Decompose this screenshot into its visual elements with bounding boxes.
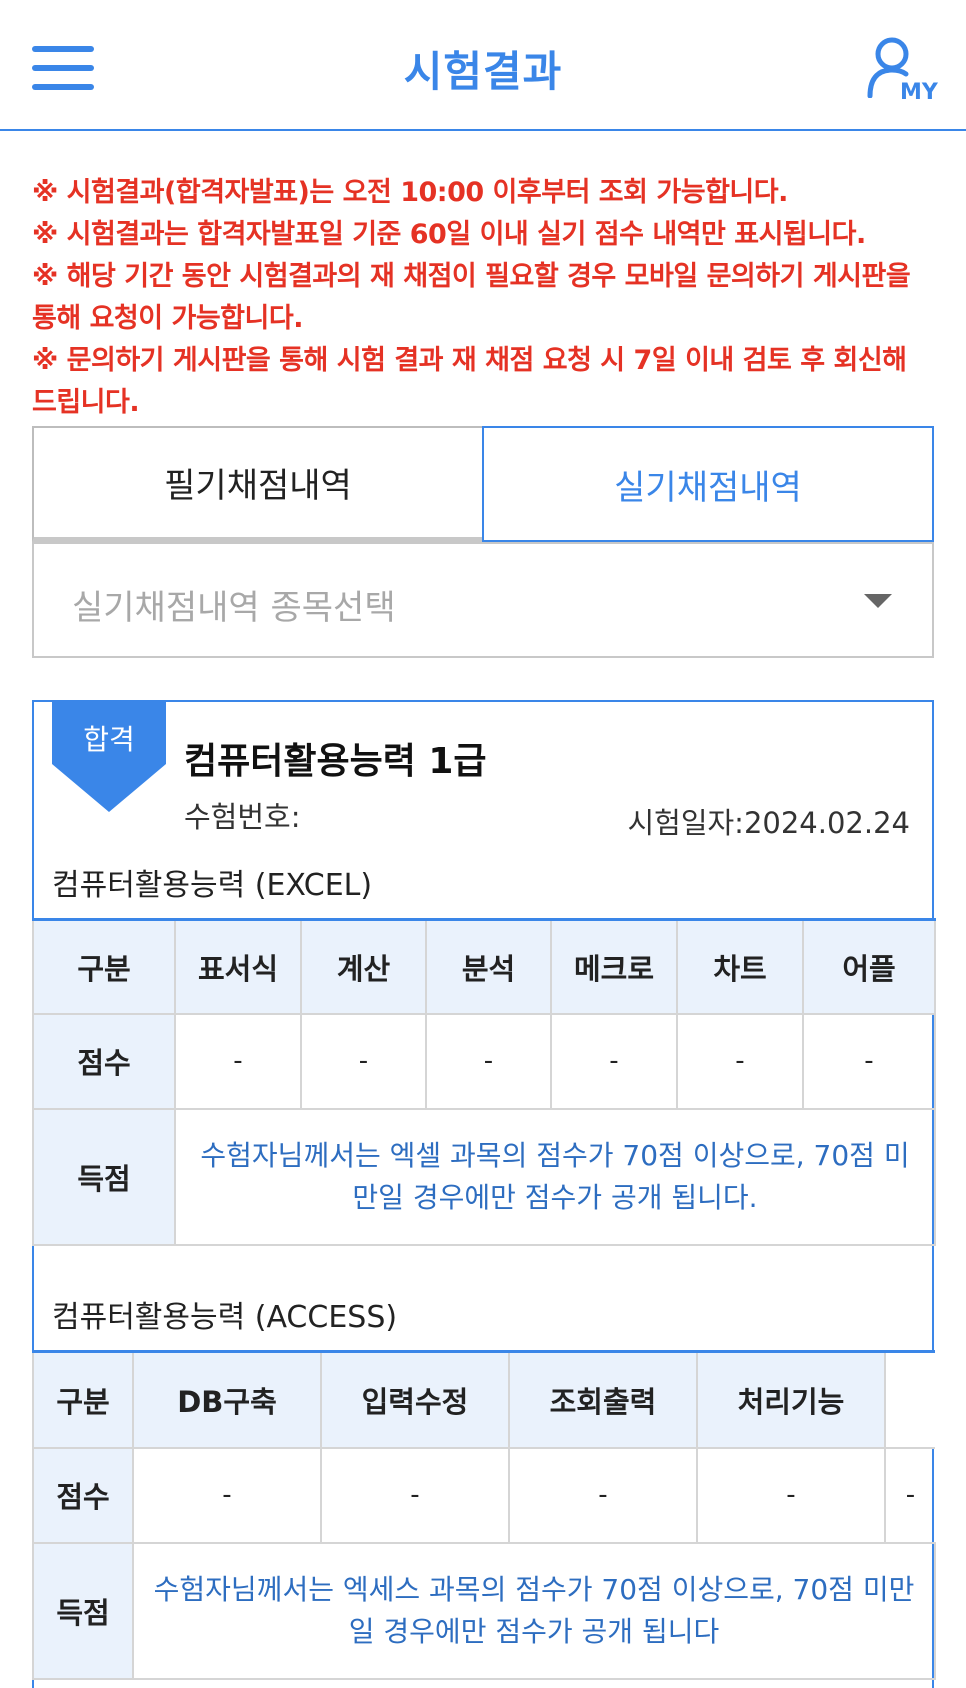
table-header-cell: 구분 <box>32 1350 134 1449</box>
notice-item: ※ 시험결과는 합격자발표일 기준 60일 이내 실기 점수 내역만 표시됩니다… <box>32 219 866 250</box>
score-cell: - <box>132 1446 322 1544</box>
exam-name: 컴퓨터활용능력 1급 <box>184 741 487 782</box>
score-row-label: 점수 <box>32 1446 134 1544</box>
pass-badge: 합격 <box>52 700 166 814</box>
table-header-cell: 구분 <box>32 918 176 1015</box>
access-score-table: 구분 DB구축 입력수정 조회출력 처리기능 점수 - - - - - 득점 수… <box>32 1350 936 1680</box>
pass-badge-label: 합격 <box>83 723 135 756</box>
table-header-cell: DB구축 <box>132 1350 322 1449</box>
table-header-cell: 표서식 <box>174 918 302 1015</box>
my-label: MY <box>900 80 938 105</box>
exam-number-label: 수험번호: <box>184 800 301 834</box>
points-row-label: 득점 <box>32 1107 176 1246</box>
score-cell: - <box>508 1446 698 1544</box>
notice-item: ※ 해당 기간 동안 시험결과의 재 채점이 필요할 경우 모바일 문의하기 게… <box>32 261 911 334</box>
table-header-cell: 어플 <box>802 918 936 1015</box>
my-page-button[interactable]: MY <box>866 36 946 106</box>
table-row: 점수 - - - - - <box>32 1446 935 1544</box>
score-cell: - <box>300 1012 427 1110</box>
table-header-cell: 계산 <box>300 918 427 1015</box>
table-row: 점수 - - - - - - <box>32 1012 936 1110</box>
score-cell: - <box>550 1012 678 1110</box>
notice-item: ※ 문의하기 게시판을 통해 시험 결과 재 채점 요청 시 7일 이내 검토 … <box>32 345 907 418</box>
excel-section-title: 컴퓨터활용능력 (EXCEL) <box>52 868 373 903</box>
points-row-label: 득점 <box>32 1541 134 1680</box>
excel-score-table: 구분 표서식 계산 분석 메크로 차트 어플 점수 - - - - - - 득점… <box>32 918 936 1246</box>
score-cell: - <box>696 1446 886 1544</box>
result-card: 합격 컴퓨터활용능력 1급 수험번호: 시험일자:2024.02.24 컴퓨터활… <box>32 700 936 1688</box>
score-row-label: 점수 <box>32 1012 176 1110</box>
score-tabs: 필기채점내역 실기채점내역 <box>32 426 934 542</box>
table-header-cell: 메크로 <box>550 918 678 1015</box>
subject-select[interactable]: 실기채점내역 종목선택 <box>32 542 934 658</box>
score-cell: - <box>425 1012 552 1110</box>
table-row: 구분 표서식 계산 분석 메크로 차트 어플 <box>32 918 936 1015</box>
table-header-cell: 조회출력 <box>508 1350 698 1449</box>
table-row: 득점 수험자님께서는 엑세스 과목의 점수가 70점 이상으로, 70점 미만일… <box>32 1541 936 1680</box>
score-cell: - <box>676 1012 804 1110</box>
score-cell: - <box>802 1012 936 1110</box>
app-header: 시험결과 MY <box>0 0 966 131</box>
table-header-cell: 입력수정 <box>320 1350 510 1449</box>
exam-date-label: 시험일자: <box>627 806 744 840</box>
table-header-cell: 차트 <box>676 918 804 1015</box>
table-header-cell: 처리기능 <box>696 1350 886 1449</box>
chevron-down-icon <box>864 594 892 608</box>
score-cell: - <box>320 1446 510 1544</box>
access-section-title: 컴퓨터활용능력 (ACCESS) <box>52 1300 398 1335</box>
access-score-notice: 수험자님께서는 엑세스 과목의 점수가 70점 이상으로, 70점 미만일 경우… <box>132 1541 936 1680</box>
notice-item: ※ 시험결과(합격자발표)는 오전 10:00 이후부터 조회 가능합니다. <box>32 177 788 208</box>
notice-list: ※ 시험결과(합격자발표)는 오전 10:00 이후부터 조회 가능합니다. ※… <box>32 172 938 424</box>
score-cell: - <box>174 1012 302 1110</box>
excel-score-notice: 수험자님께서는 엑셀 과목의 점수가 70점 이상으로, 70점 미만일 경우에… <box>174 1107 936 1246</box>
table-row: 구분 DB구축 입력수정 조회출력 처리기능 <box>32 1350 935 1449</box>
table-row: 득점 수험자님께서는 엑셀 과목의 점수가 70점 이상으로, 70점 미만일 … <box>32 1107 936 1246</box>
page-title: 시험결과 <box>403 47 563 96</box>
subject-select-placeholder: 실기채점내역 종목선택 <box>72 588 396 628</box>
tab-written-score[interactable]: 필기채점내역 <box>32 426 482 542</box>
exam-date: 시험일자:2024.02.24 <box>627 800 910 842</box>
exam-date-value: 2024.02.24 <box>743 806 910 840</box>
table-header-cell: 분석 <box>425 918 552 1015</box>
empty-header-cell <box>885 1351 935 1448</box>
tab-practical-score[interactable]: 실기채점내역 <box>482 426 934 542</box>
score-cell: - <box>884 1446 935 1544</box>
